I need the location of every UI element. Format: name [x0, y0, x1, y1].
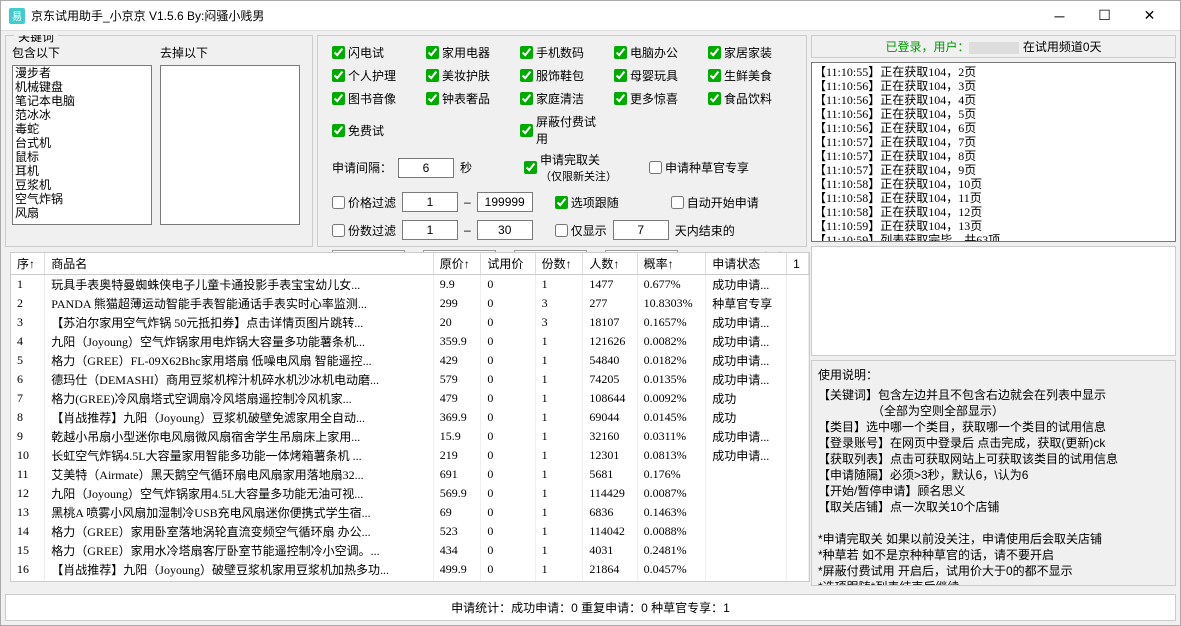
- category-check[interactable]: 屏蔽付费试用: [520, 113, 604, 147]
- minimize-button[interactable]: ─: [1037, 2, 1082, 30]
- table-row[interactable]: 10长虹空气炸锅4.5L大容量家用智能多功能一体烤箱薯条机 ...2190112…: [11, 446, 809, 465]
- category-check[interactable]: 母婴玩具: [614, 67, 698, 84]
- image-preview: [811, 246, 1176, 356]
- count-min[interactable]: [402, 220, 458, 240]
- window-title: 京东试用助手_小京京 V1.5.6 By:闷骚小贱男: [31, 7, 1037, 24]
- table-header[interactable]: 申请状态: [706, 253, 787, 275]
- count-max[interactable]: [477, 220, 533, 240]
- maximize-button[interactable]: ☐: [1082, 2, 1127, 30]
- app-icon: 易: [9, 8, 25, 24]
- help-box: 使用说明： 【关键词】包含左边并且不包含右边就会在列表中显示 （全部为空则全部显…: [811, 360, 1176, 586]
- list-item[interactable]: 豆浆机: [13, 178, 151, 192]
- table-row[interactable]: 4九阳（Joyoung）空气炸锅家用电炸锅大容量多功能薯条机...359.901…: [11, 332, 809, 351]
- table-row[interactable]: 9乾越小吊扇小型迷你电风扇微风扇宿舍学生吊扇床上家用...15.90132160…: [11, 427, 809, 446]
- options-group: 闪电试家用电器手机数码电脑办公家居家装个人护理美妆护肤服饰鞋包母婴玩具生鲜美食图…: [317, 35, 807, 247]
- category-check[interactable]: 家用电器: [426, 44, 510, 61]
- titlebar: 易 京东试用助手_小京京 V1.5.6 By:闷骚小贱男 ─ ☐ ✕: [1, 1, 1180, 31]
- list-item[interactable]: 毒蛇: [13, 122, 151, 136]
- category-check[interactable]: 美妆护肤: [426, 67, 510, 84]
- category-check[interactable]: 手机数码: [520, 44, 604, 61]
- result-table[interactable]: 序↑商品名原价↑试用价份数↑人数↑概率↑申请状态11玩具手表奥特曼蜘蛛侠电子儿童…: [10, 252, 810, 582]
- table-header[interactable]: 概率↑: [637, 253, 706, 275]
- category-check[interactable]: 食品饮料: [708, 90, 792, 107]
- list-item[interactable]: 耳机: [13, 164, 151, 178]
- table-row[interactable]: 14格力（GREE）家用卧室落地涡轮直流变频空气循环扇 办公...5230111…: [11, 522, 809, 541]
- table-row[interactable]: 6德玛仕（DEMASHI）商用豆浆机榨汁机碎水机沙冰机电动磨...5790174…: [11, 370, 809, 389]
- table-row[interactable]: 7格力(GREE)冷风扇塔式空调扇冷风塔扇遥控制冷风机家...479011086…: [11, 389, 809, 408]
- category-check[interactable]: 更多惊喜: [614, 90, 698, 107]
- category-check[interactable]: 家庭清洁: [520, 90, 604, 107]
- interval-input[interactable]: [398, 158, 454, 178]
- table-row[interactable]: 3【苏泊尔家用空气炸锅 50元抵扣券】点击详情页图片跳转...200318107…: [11, 313, 809, 332]
- list-item[interactable]: 机械键盘: [13, 80, 151, 94]
- opt-finish-unfollow[interactable]: 申请完取关（仅限新关注）: [524, 151, 617, 184]
- table-header[interactable]: 商品名: [45, 253, 433, 275]
- opt-grass[interactable]: 申请种草官专享: [649, 159, 749, 176]
- list-item[interactable]: 笔记本电脑: [13, 94, 151, 108]
- include-label: 包含以下: [12, 44, 152, 61]
- interval-label: 申请间隔：: [332, 159, 392, 176]
- price-filter[interactable]: 价格过滤: [332, 194, 396, 211]
- close-button[interactable]: ✕: [1127, 2, 1172, 30]
- table-header[interactable]: 原价↑: [433, 253, 481, 275]
- price-max[interactable]: [477, 192, 533, 212]
- log-box[interactable]: 【11:10:55】正在获取104，2页【11:10:56】正在获取104，3页…: [811, 62, 1176, 242]
- list-item[interactable]: 台式机: [13, 136, 151, 150]
- table-header[interactable]: 1: [787, 253, 809, 275]
- category-check[interactable]: 家居家装: [708, 44, 792, 61]
- only-show-days[interactable]: [613, 220, 669, 240]
- list-item[interactable]: 漫步者: [13, 66, 151, 80]
- table-row[interactable]: 16【肖战推荐】九阳（Joyoung）破壁豆浆机家用豆浆机加热多功...499.…: [11, 560, 809, 579]
- category-check[interactable]: 钟表奢品: [426, 90, 510, 107]
- stats-bar: 申请统计：成功申请：0 重复申请：0 种草官专享：1: [5, 594, 1176, 621]
- table-row[interactable]: 8【肖战推荐】九阳（Joyoung）豆浆机破壁免滤家用全自动...369.901…: [11, 408, 809, 427]
- exclude-label: 去掉以下: [160, 44, 300, 61]
- table-row[interactable]: 15格力（GREE）家用水冷塔扇客厅卧室节能遥控制冷小空调。...4340140…: [11, 541, 809, 560]
- category-check[interactable]: 免费试: [332, 113, 416, 147]
- category-check[interactable]: 电脑办公: [614, 44, 698, 61]
- table-header[interactable]: 份数↑: [535, 253, 583, 275]
- category-check[interactable]: [426, 113, 510, 147]
- category-check[interactable]: 闪电试: [332, 44, 416, 61]
- table-header[interactable]: 人数↑: [583, 253, 637, 275]
- table-row[interactable]: 12九阳（Joyoung）空气炸锅家用4.5L大容量多功能无油可视...569.…: [11, 484, 809, 503]
- category-check[interactable]: 个人护理: [332, 67, 416, 84]
- only-show[interactable]: 仅显示: [555, 222, 607, 239]
- price-min[interactable]: [402, 192, 458, 212]
- opt-autostart[interactable]: 自动开始申请: [671, 194, 759, 211]
- table-row[interactable]: 13黑桃A 喷雾小风扇加湿制冷USB充电风扇迷你便携式学生宿...6901683…: [11, 503, 809, 522]
- exclude-listbox[interactable]: [160, 65, 300, 225]
- table-header[interactable]: 试用价: [481, 253, 535, 275]
- list-item[interactable]: 空气炸锅: [13, 192, 151, 206]
- table-row[interactable]: 1玩具手表奥特曼蜘蛛侠电子儿童卡通投影手表宝宝幼儿女...9.90114770.…: [11, 275, 809, 295]
- count-filter[interactable]: 份数过滤: [332, 222, 396, 239]
- list-item[interactable]: 鼠标: [13, 150, 151, 164]
- login-status: 已登录，用户： 在试用频道0天: [811, 35, 1176, 58]
- opt-follow[interactable]: 选项跟随: [555, 194, 619, 211]
- category-check[interactable]: 生鲜美食: [708, 67, 792, 84]
- table-row[interactable]: 5格力（GREE）FL-09X62Bhc家用塔扇 低噪电风扇 智能遥控...42…: [11, 351, 809, 370]
- table-row[interactable]: 17九阳（Joyoung）空气炸锅家用智能4.5L大容量多功能电炸...669.…: [11, 579, 809, 582]
- table-row[interactable]: 2PANDA 熊猫超薄运动智能手表智能通话手表实时心率监测...29903277…: [11, 294, 809, 313]
- list-item[interactable]: 风扇: [13, 206, 151, 220]
- list-item[interactable]: 范冰冰: [13, 108, 151, 122]
- keywords-group: 关键词 包含以下 去掉以下 漫步者机械键盘笔记本电脑范冰冰毒蛇台式机鼠标耳机豆浆…: [5, 35, 313, 247]
- table-header[interactable]: 序↑: [11, 253, 45, 275]
- include-listbox[interactable]: 漫步者机械键盘笔记本电脑范冰冰毒蛇台式机鼠标耳机豆浆机空气炸锅风扇: [12, 65, 152, 225]
- category-check[interactable]: 图书音像: [332, 90, 416, 107]
- category-check[interactable]: 服饰鞋包: [520, 67, 604, 84]
- table-row[interactable]: 11艾美特（Airmate）黑天鹅空气循环扇电风扇家用落地扇32...69101…: [11, 465, 809, 484]
